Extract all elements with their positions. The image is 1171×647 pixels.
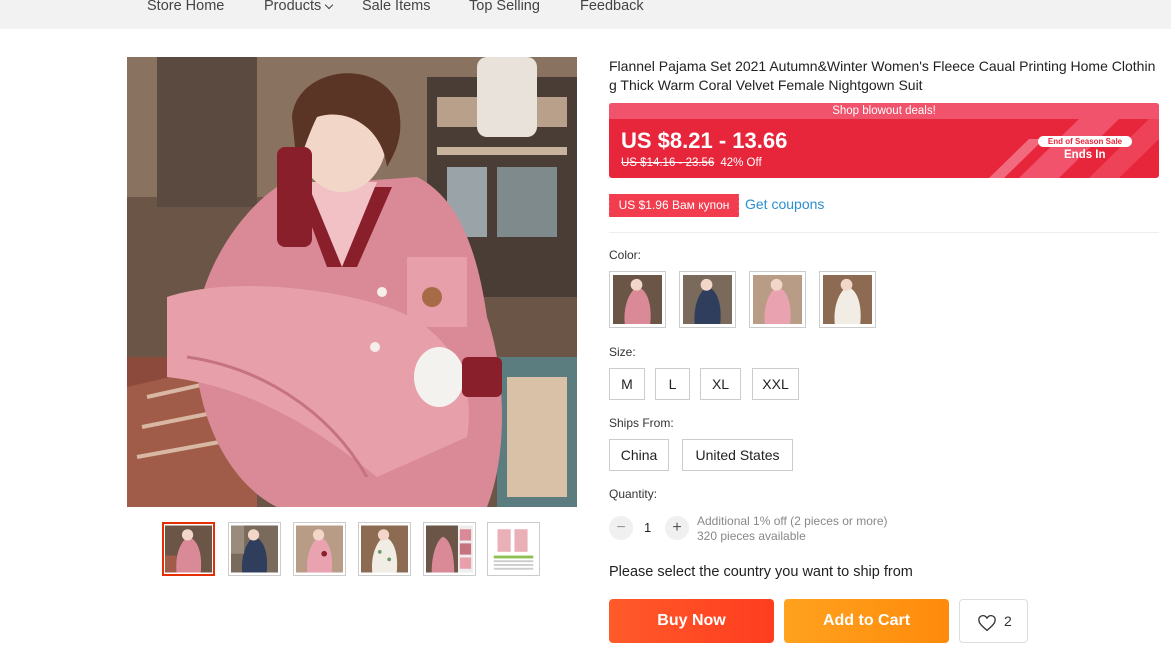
product-title: Flannel Pajama Set 2021 Autumn&Winter Wo… — [609, 58, 1156, 93]
store-nav-bar: Store Home Products Sale Items Top Selli… — [0, 0, 1171, 29]
nav-feedback[interactable]: Feedback — [580, 0, 644, 14]
pink-pajama-thumb-icon — [165, 525, 212, 573]
pink-detail-thumb-icon — [426, 525, 473, 573]
navy-pajama-swatch-icon — [683, 275, 732, 324]
cream-print-pajama-thumb-icon — [361, 525, 408, 573]
ships-from-label: Ships From: — [609, 416, 674, 430]
discount-badge: 42% Off — [720, 157, 762, 169]
season-sale-badge: End of Season Sale — [1038, 136, 1132, 147]
gallery-thumb-3[interactable] — [293, 522, 346, 576]
size-option-m[interactable]: M — [609, 368, 645, 400]
color-label: Color: — [609, 248, 642, 262]
pink-bear-pajama-swatch-icon — [753, 275, 802, 324]
navy-pajama-thumb-icon — [231, 525, 278, 573]
main-product-image[interactable] — [127, 57, 577, 507]
get-coupons-link[interactable]: Get coupons — [745, 196, 824, 212]
gallery-thumb-4[interactable] — [358, 522, 411, 576]
color-option-3[interactable] — [749, 271, 806, 328]
product-photo — [127, 57, 577, 507]
gallery-thumb-2[interactable] — [228, 522, 281, 576]
banner-headline: Shop blowout deals! — [609, 103, 1159, 119]
quantity-label: Quantity: — [609, 487, 658, 501]
original-price: US $14.16 - 23.56 — [621, 157, 715, 169]
pink-pajama-swatch-icon — [613, 275, 662, 324]
quantity-increase-button[interactable]: + — [665, 516, 689, 540]
coupon-badge: US $1.96 Вам купон — [607, 194, 739, 217]
nav-store-home[interactable]: Store Home — [147, 0, 224, 14]
size-chart-thumb-icon — [490, 525, 537, 573]
divider — [609, 232, 1159, 233]
size-option-xxl[interactable]: XXL — [752, 368, 799, 400]
ship-option-united-states[interactable]: United States — [682, 439, 793, 471]
nav-top-selling[interactable]: Top Selling — [469, 0, 540, 14]
gallery-thumb-1[interactable] — [162, 522, 215, 576]
size-label: Size: — [609, 345, 636, 359]
original-price-line: US $14.16 - 23.56 42% Off — [621, 157, 762, 169]
heart-icon — [978, 614, 996, 632]
nav-products-label: Products — [264, 0, 322, 14]
pink-bear-pajama-thumb-icon — [296, 525, 343, 573]
size-option-xl[interactable]: XL — [700, 368, 741, 400]
shipping-country-message: Please select the country you want to sh… — [609, 564, 913, 580]
nav-products[interactable]: Products — [264, 0, 334, 14]
wishlist-button[interactable]: 2 — [959, 599, 1028, 643]
buy-now-button[interactable]: Buy Now — [609, 599, 774, 643]
gallery-thumb-5[interactable] — [423, 522, 476, 576]
size-option-l[interactable]: L — [655, 368, 690, 400]
chevron-down-icon — [324, 0, 334, 10]
cream-print-pajama-swatch-icon — [823, 275, 872, 324]
quantity-decrease-button[interactable]: − — [609, 516, 633, 540]
wishlist-count: 2 — [1004, 613, 1012, 629]
ship-option-china[interactable]: China — [609, 439, 669, 471]
color-option-4[interactable] — [819, 271, 876, 328]
gallery-thumb-6[interactable] — [487, 522, 540, 576]
color-option-1[interactable] — [609, 271, 666, 328]
nav-sale-items[interactable]: Sale Items — [362, 0, 431, 14]
quantity-value[interactable]: 1 — [644, 520, 651, 535]
stock-available-note: 320 pieces available — [697, 529, 806, 543]
bulk-discount-note: Additional 1% off (2 pieces or more) — [697, 514, 888, 528]
price-range: US $8.21 - 13.66 — [621, 128, 788, 153]
color-option-2[interactable] — [679, 271, 736, 328]
ends-in-label: Ends In — [1064, 149, 1106, 161]
add-to-cart-button[interactable]: Add to Cart — [784, 599, 949, 643]
